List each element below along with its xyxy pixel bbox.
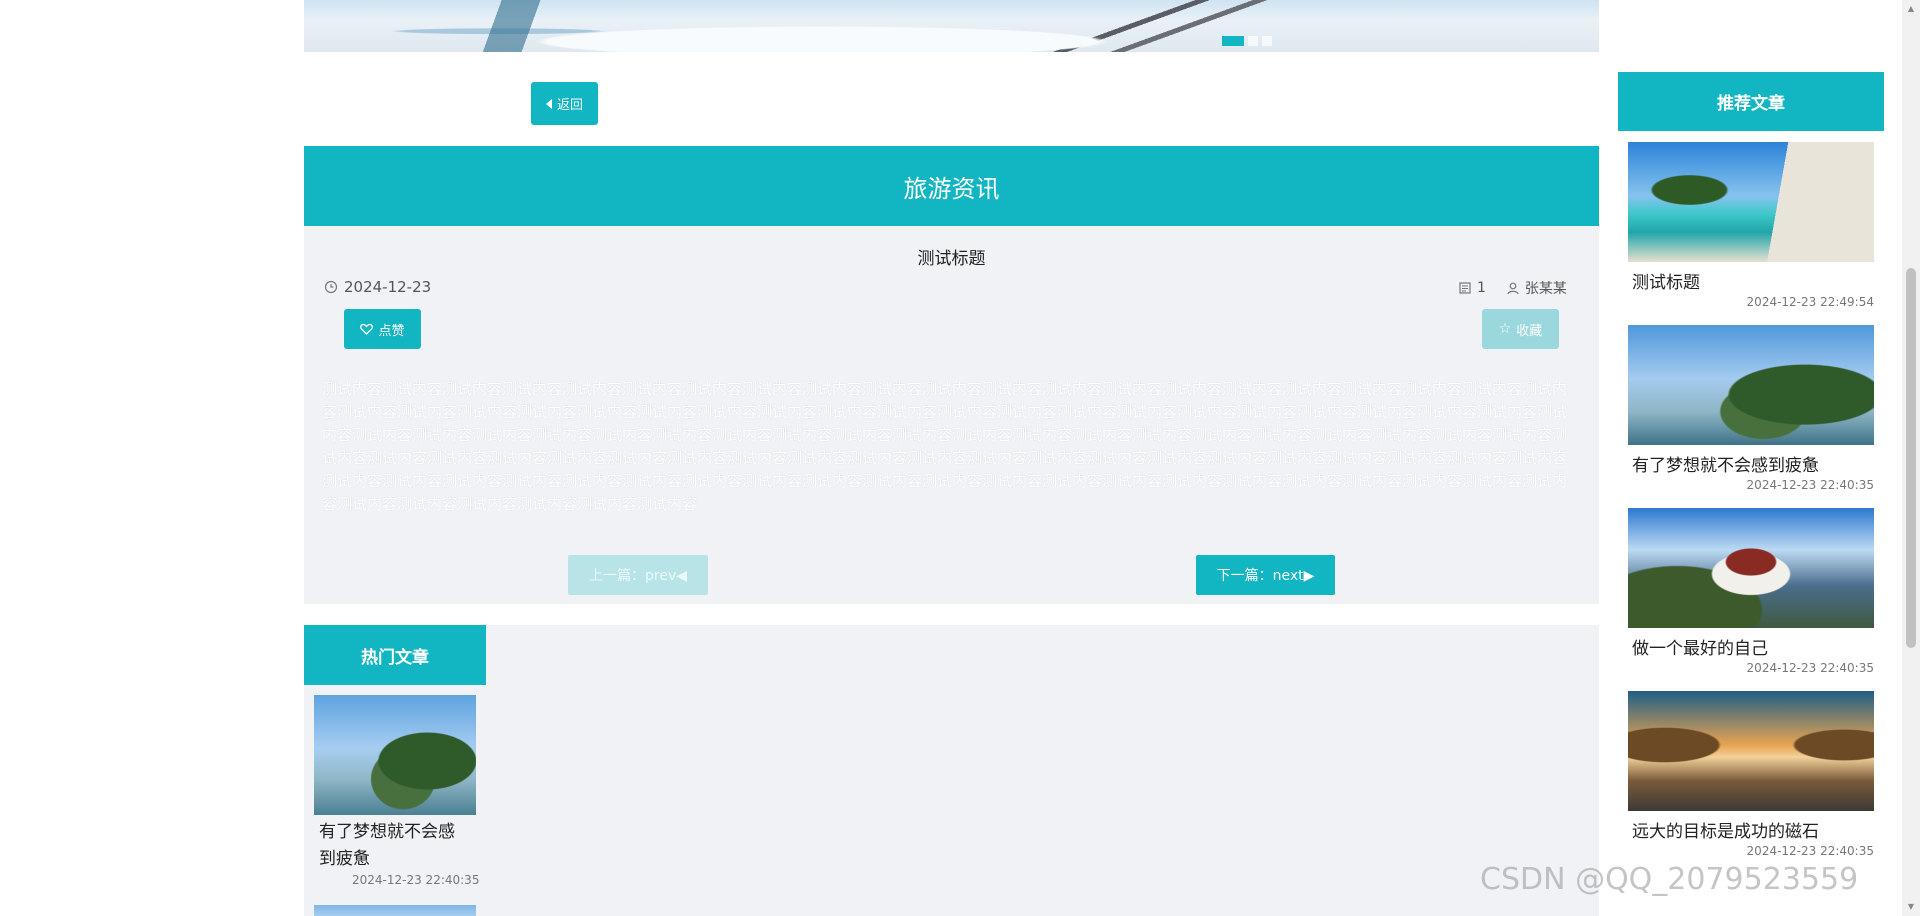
article-views-count: 1	[1477, 280, 1486, 296]
banner-image-river	[424, 0, 664, 52]
article-author-name: 张某某	[1524, 281, 1567, 297]
recommended-item-title[interactable]: 做一个最好的自己	[1632, 634, 1874, 659]
favorite-button-label: 收藏	[1516, 323, 1543, 339]
article-views: 1	[1458, 280, 1486, 296]
scroll-up-icon[interactable]: ▲	[1906, 4, 1916, 14]
banner-carousel	[304, 0, 1599, 52]
heart-icon	[360, 323, 374, 335]
recommended-item-time: 2024-12-23 22:40:35	[1746, 478, 1874, 492]
recommended-item-image[interactable]	[1628, 691, 1874, 811]
recommended-item-title[interactable]: 测试标题	[1632, 268, 1874, 293]
hot-articles-panel	[304, 625, 1599, 916]
article-date-text: 2024-12-23	[344, 278, 432, 296]
section-title: 旅游资讯	[903, 174, 1000, 203]
hot-articles-title: 热门文章	[361, 647, 429, 668]
watermark: CSDN @QQ_2079523559	[1480, 862, 1859, 897]
carousel-indicators	[1222, 36, 1272, 46]
article-title: 测试标题	[917, 249, 986, 269]
prev-article-button[interactable]: 上一篇：prev◀	[568, 555, 708, 595]
recommended-item[interactable]: 有了梦想就不会感到疲惫 2024-12-23 22:40:35	[1628, 325, 1874, 492]
recommended-item[interactable]: 测试标题 2024-12-23 22:49:54	[1628, 142, 1874, 309]
carousel-dot-2[interactable]	[1248, 36, 1258, 46]
recommended-item-time: 2024-12-23 22:49:54	[1746, 295, 1874, 309]
hot-article-image[interactable]	[314, 695, 476, 815]
recommended-item-time: 2024-12-23 22:40:35	[1746, 661, 1874, 675]
favorite-button[interactable]: ☆ 收藏	[1482, 309, 1559, 349]
hot-article-title[interactable]: 有了梦想就不会感到疲惫	[319, 819, 469, 873]
star-icon: ☆	[1498, 321, 1512, 337]
article-meta: 1 张某某	[1458, 278, 1567, 298]
hot-article-time: 2024-12-23 22:40:35	[352, 873, 480, 887]
recommended-header: 推荐文章	[1618, 72, 1884, 131]
carousel-dot-3[interactable]	[1262, 36, 1272, 46]
carousel-dot-1[interactable]	[1222, 36, 1244, 46]
recommended-item-image[interactable]	[1628, 142, 1874, 262]
article-content: 测试内容测试内容测试内容测试内容测试内容测试内容测试内容测试内容测试内容测试内容…	[322, 380, 1568, 513]
user-icon	[1507, 282, 1519, 295]
article-author: 张某某	[1506, 278, 1567, 298]
next-article-button[interactable]: 下一篇：next▶	[1196, 555, 1335, 595]
clock-icon	[324, 280, 338, 294]
hot-articles-header: 热门文章	[304, 625, 486, 685]
recommended-title: 推荐文章	[1717, 94, 1785, 114]
back-button[interactable]: 返回	[531, 82, 598, 125]
scroll-down-icon[interactable]: ▼	[1906, 902, 1916, 912]
next-article-label: 下一篇：next▶	[1216, 568, 1315, 584]
section-header: 旅游资讯	[304, 146, 1599, 226]
prev-article-label: 上一篇：prev◀	[589, 568, 687, 584]
hot-article-image-2[interactable]	[314, 905, 476, 916]
article-date: 2024-12-23	[324, 278, 431, 296]
recommended-item[interactable]: 远大的目标是成功的磁石 2024-12-23 22:40:35	[1628, 691, 1874, 858]
back-button-label: 返回	[556, 98, 583, 113]
scrollbar-thumb[interactable]	[1906, 268, 1916, 648]
recommended-item[interactable]: 做一个最好的自己 2024-12-23 22:40:35	[1628, 508, 1874, 675]
document-icon	[1459, 282, 1471, 294]
like-button[interactable]: 点赞	[344, 309, 421, 349]
recommended-item-title[interactable]: 远大的目标是成功的磁石	[1632, 817, 1874, 842]
like-button-label: 点赞	[378, 323, 405, 339]
recommended-item-time: 2024-12-23 22:40:35	[1746, 844, 1874, 858]
recommended-item-image[interactable]	[1628, 508, 1874, 628]
recommended-item-image[interactable]	[1628, 325, 1874, 445]
caret-left-icon	[545, 98, 552, 109]
recommended-item-title[interactable]: 有了梦想就不会感到疲惫	[1632, 451, 1874, 476]
